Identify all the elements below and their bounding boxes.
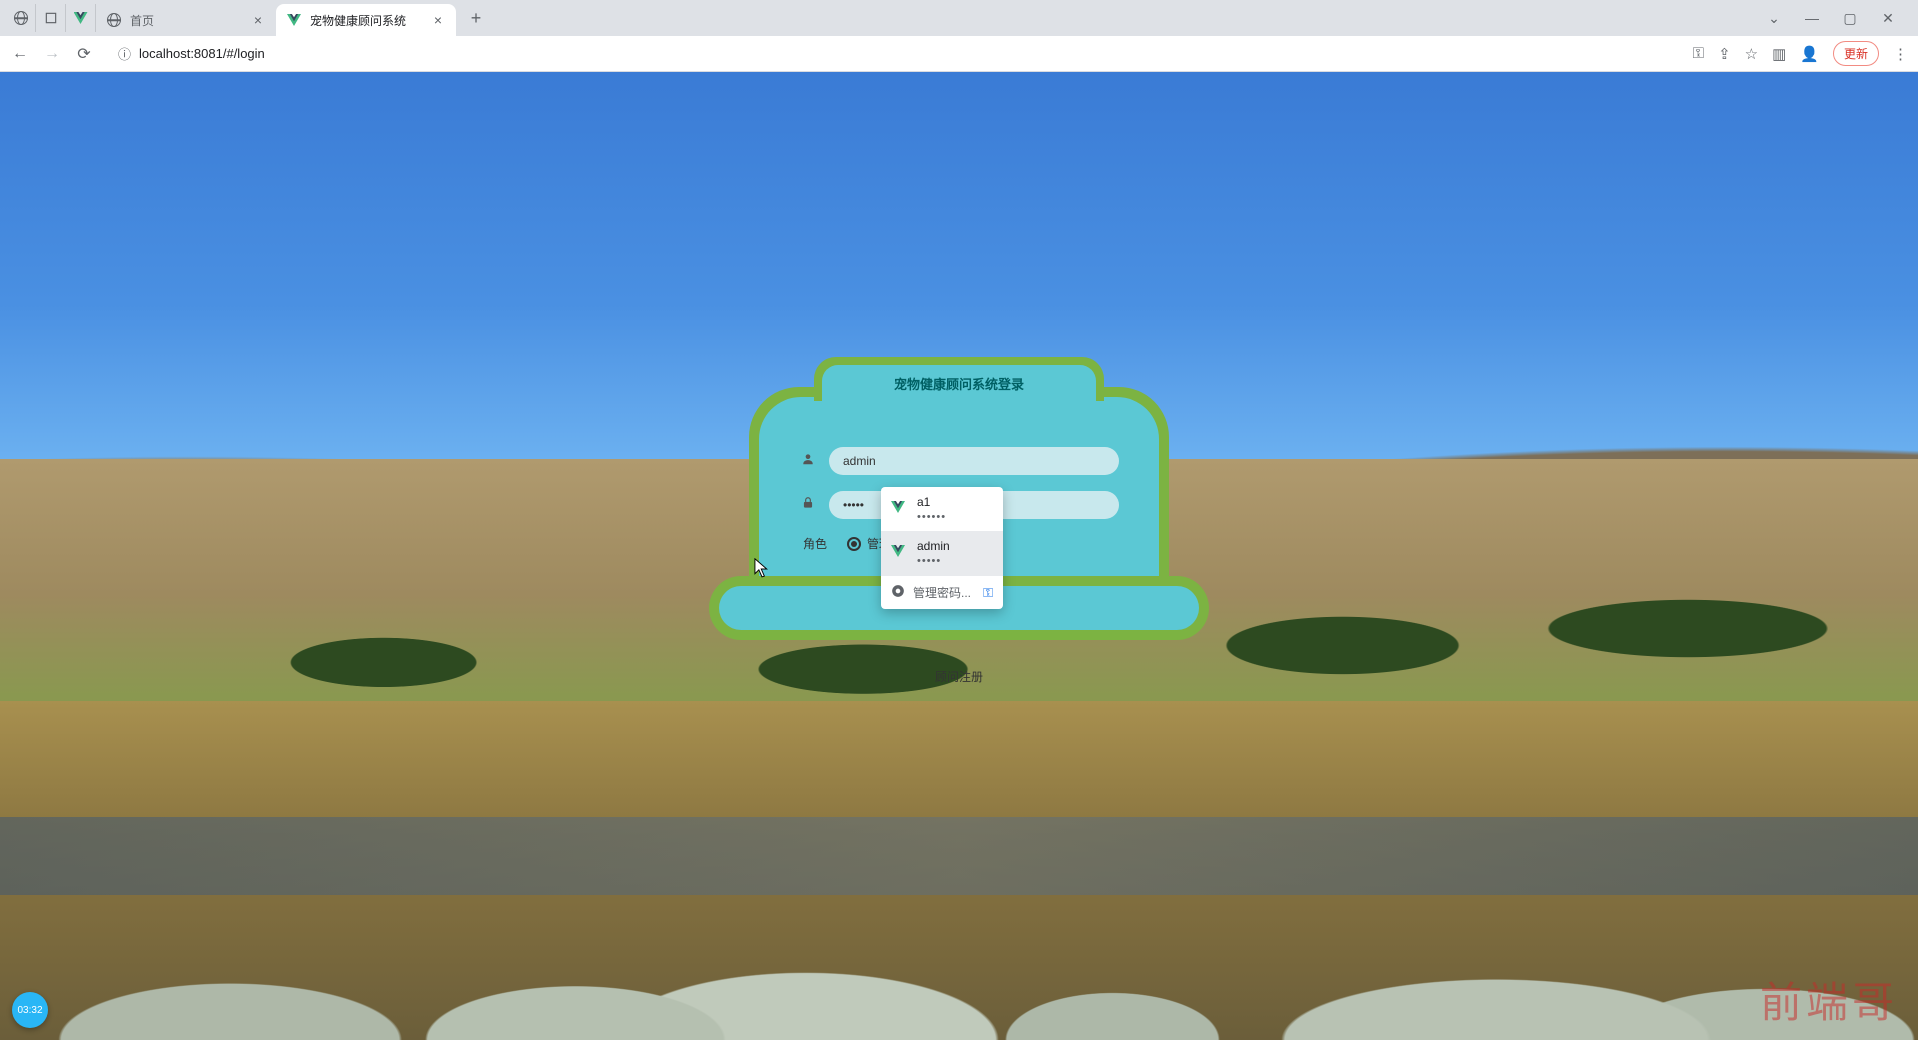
- radio-checked-icon: [847, 537, 861, 551]
- password-key-icon[interactable]: ⚿: [1693, 45, 1704, 62]
- login-header: 宠物健康顾问系统登录: [814, 357, 1104, 401]
- register-link-row: 顾问注册: [709, 668, 1209, 685]
- menu-icon[interactable]: ⋮: [1893, 45, 1908, 63]
- autofill-dropdown: a1 •••••• admin ••••• 管理密码... ⚿: [881, 487, 1003, 609]
- tab-title: 宠物健康顾问系统: [310, 12, 422, 29]
- autofill-password-masked: •••••: [917, 555, 950, 567]
- role-label: 角色: [803, 535, 827, 552]
- watermark-text: 前端哥: [1760, 969, 1898, 1030]
- key-icon: ⚿: [983, 585, 993, 601]
- window-controls: ⌄ — ▢ ✕: [1764, 10, 1912, 27]
- login-card: 宠物健康顾问系统登录: [709, 387, 1209, 685]
- manage-passwords-label: 管理密码...: [913, 584, 971, 601]
- chrome-icon: [891, 584, 905, 601]
- forward-button[interactable]: →: [42, 45, 62, 63]
- page-viewport: 宠物健康顾问系统登录: [0, 72, 1918, 1040]
- chevron-down-icon[interactable]: ⌄: [1764, 10, 1784, 27]
- login-title: 宠物健康顾问系统登录: [822, 365, 1096, 401]
- bookmark-icon[interactable]: ☆: [1745, 45, 1758, 63]
- side-panel-icon[interactable]: ▥: [1772, 45, 1786, 63]
- timestamp-badge: 03:32: [12, 992, 48, 1028]
- share-icon[interactable]: ⇪: [1718, 45, 1731, 63]
- cursor-icon: [754, 558, 770, 585]
- lock-icon: [799, 496, 817, 515]
- update-button[interactable]: 更新: [1833, 41, 1879, 66]
- browser-toolbar: ← → ⟳ ⓘ localhost:8081/#/login ⚿ ⇪ ☆ ▥ 👤…: [0, 36, 1918, 72]
- back-button[interactable]: ←: [10, 45, 30, 63]
- reload-button[interactable]: ⟳: [74, 44, 94, 64]
- address-bar[interactable]: ⓘ localhost:8081/#/login: [106, 40, 1681, 68]
- minimize-icon[interactable]: —: [1802, 10, 1822, 27]
- new-tab-button[interactable]: +: [462, 4, 490, 32]
- profile-icon[interactable]: 👤: [1800, 45, 1819, 63]
- tab-pinned-1[interactable]: [6, 4, 36, 32]
- tab-strip: 首页 × 宠物健康顾问系统 × + ⌄ — ▢ ✕: [0, 0, 1918, 36]
- register-link[interactable]: 顾问注册: [935, 670, 983, 684]
- autofill-manage[interactable]: 管理密码... ⚿: [881, 575, 1003, 609]
- url-text: localhost:8081/#/login: [139, 46, 265, 61]
- autofill-username: a1: [917, 495, 946, 509]
- site-info-icon[interactable]: ⓘ: [118, 44, 131, 63]
- username-row: [799, 447, 1119, 475]
- username-input[interactable]: [829, 447, 1119, 475]
- tab-pinned-3[interactable]: [66, 4, 96, 32]
- tab-pinned-2[interactable]: [36, 4, 66, 32]
- tab-title: 首页: [130, 12, 242, 29]
- maximize-icon[interactable]: ▢: [1840, 10, 1860, 27]
- close-window-icon[interactable]: ✕: [1878, 10, 1898, 27]
- tab-active[interactable]: 宠物健康顾问系统 ×: [276, 4, 456, 36]
- close-icon[interactable]: ×: [250, 12, 266, 28]
- autofill-item[interactable]: admin •••••: [881, 531, 1003, 575]
- vue-icon: [891, 501, 907, 517]
- globe-icon: [106, 12, 122, 28]
- vue-icon: [286, 12, 302, 28]
- close-icon[interactable]: ×: [430, 12, 446, 28]
- vue-icon: [891, 545, 907, 561]
- browser-chrome: 首页 × 宠物健康顾问系统 × + ⌄ — ▢ ✕ ← → ⟳ ⓘ localh…: [0, 0, 1918, 72]
- autofill-password-masked: ••••••: [917, 511, 946, 523]
- tab-home[interactable]: 首页 ×: [96, 4, 276, 36]
- user-icon: [799, 452, 817, 471]
- autofill-username: admin: [917, 539, 950, 553]
- autofill-item[interactable]: a1 ••••••: [881, 487, 1003, 531]
